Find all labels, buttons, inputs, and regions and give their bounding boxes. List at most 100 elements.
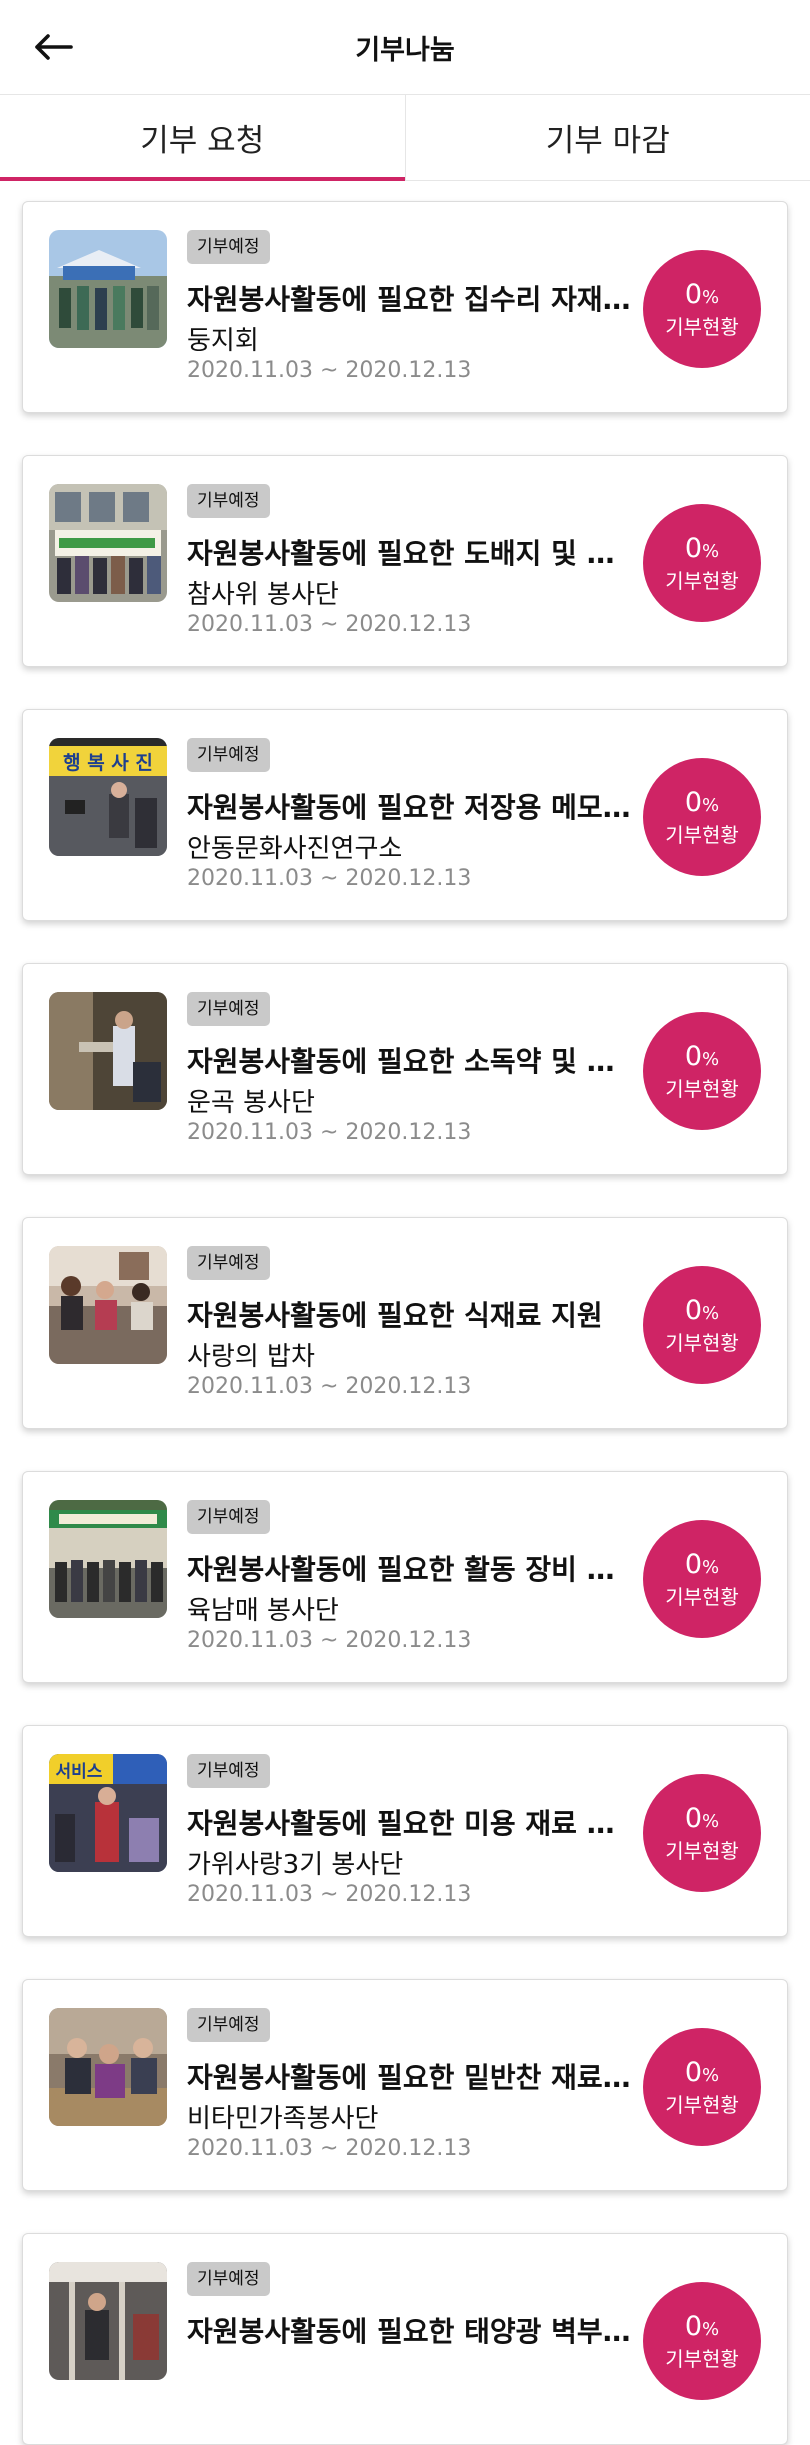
status-label: 기부현황: [665, 2092, 739, 2118]
status-percent-line: 0%: [685, 1041, 719, 1076]
list-item[interactable]: 기부예정 자원봉사활동에 필요한 태양광 벽부... 0% 기부현황: [22, 2233, 788, 2445]
status-percent-unit: %: [702, 541, 719, 562]
status-percent: 0: [685, 279, 702, 310]
status-percent-line: 0%: [685, 1803, 719, 1838]
status-label: 기부현황: [665, 314, 739, 340]
list-item[interactable]: 기부예정 자원봉사활동에 필요한 활동 장비 및 ... 육남매 봉사단 202…: [22, 1471, 788, 1683]
item-organization: 사랑의 밥차: [187, 1336, 633, 1373]
item-title: 자원봉사활동에 필요한 활동 장비 및 ...: [187, 1548, 633, 1588]
list-item[interactable]: 기부예정 자원봉사활동에 필요한 집수리 자재 ... 둥지회 2020.11.…: [22, 201, 788, 413]
item-organization: 참사위 봉사단: [187, 574, 633, 611]
status-percent: 0: [685, 787, 702, 818]
thumbnail-image: [49, 484, 167, 602]
item-title: 자원봉사활동에 필요한 밑반찬 재료 ...: [187, 2056, 633, 2096]
page-title: 기부나눔: [0, 28, 810, 67]
status-label: 기부현황: [665, 1584, 739, 1610]
status-percent-unit: %: [702, 2319, 719, 2340]
thumbnail-image: [49, 992, 167, 1110]
status-label: 기부현황: [665, 568, 739, 594]
thumbnail-image: [49, 2008, 167, 2126]
status-badge: 기부예정: [187, 1500, 270, 1534]
status-label: 기부현황: [665, 1076, 739, 1102]
status-percent: 0: [685, 1041, 702, 1072]
item-organization: 운곡 봉사단: [187, 1082, 633, 1119]
status-label: 기부현황: [665, 1838, 739, 1864]
status-percent-line: 0%: [685, 1549, 719, 1584]
list-item[interactable]: 기부예정 자원봉사활동에 필요한 밑반찬 재료 ... 비타민가족봉사단 202…: [22, 1979, 788, 2191]
donation-status-circle[interactable]: 0% 기부현황: [643, 758, 761, 876]
donation-status-circle[interactable]: 0% 기부현황: [643, 2282, 761, 2400]
status-badge: 기부예정: [187, 1754, 270, 1788]
thumbnail-image: 서비스: [49, 1754, 167, 1872]
thumb-sign-text: 행 복 사 진: [63, 752, 153, 774]
status-label: 기부현황: [665, 2346, 739, 2372]
status-percent-line: 0%: [685, 787, 719, 822]
status-percent-unit: %: [702, 1049, 719, 1070]
status-badge: 기부예정: [187, 992, 270, 1026]
list-item[interactable]: 기부예정 자원봉사활동에 필요한 도배지 및 장... 참사위 봉사단 2020…: [22, 455, 788, 667]
item-title: 자원봉사활동에 필요한 저장용 메모...: [187, 786, 633, 826]
list-item[interactable]: 기부예정 자원봉사활동에 필요한 소독약 및 분... 운곡 봉사단 2020.…: [22, 963, 788, 1175]
status-badge: 기부예정: [187, 738, 270, 772]
status-badge: 기부예정: [187, 2262, 270, 2296]
list-item[interactable]: 서비스 기부예정 자원봉사활동에 필요한 미용 재료 지원 가위사랑3기 봉사단…: [22, 1725, 788, 1937]
status-badge: 기부예정: [187, 484, 270, 518]
item-title: 자원봉사활동에 필요한 집수리 자재 ...: [187, 278, 633, 318]
status-percent-line: 0%: [685, 2057, 719, 2092]
status-percent-unit: %: [702, 1557, 719, 1578]
thumbnail-image: [49, 1500, 167, 1618]
tab-donation-closed[interactable]: 기부 마감: [405, 95, 810, 180]
status-percent-unit: %: [702, 287, 719, 308]
item-title: 자원봉사활동에 필요한 소독약 및 분...: [187, 1040, 633, 1080]
thumbnail-image: [49, 2262, 167, 2380]
status-percent-unit: %: [702, 2065, 719, 2086]
donation-status-circle[interactable]: 0% 기부현황: [643, 2028, 761, 2146]
thumbnail-image: [49, 1246, 167, 1364]
item-organization: 안동문화사진연구소: [187, 828, 633, 865]
list-item[interactable]: 행 복 사 진 기부예정 자원봉사활동에 필요한 저장용 메모... 안동문화사…: [22, 709, 788, 921]
donation-status-circle[interactable]: 0% 기부현황: [643, 1520, 761, 1638]
status-label: 기부현황: [665, 1330, 739, 1356]
thumb-sign-text: 서비스: [56, 1762, 103, 1782]
donation-status-circle[interactable]: 0% 기부현황: [643, 250, 761, 368]
item-title: 자원봉사활동에 필요한 미용 재료 지원: [187, 1802, 633, 1842]
item-date-range: 2020.11.03 ~ 2020.12.13: [187, 1120, 471, 1145]
item-title: 자원봉사활동에 필요한 태양광 벽부...: [187, 2310, 633, 2350]
status-badge: 기부예정: [187, 1246, 270, 1280]
status-badge: 기부예정: [187, 2008, 270, 2042]
donation-status-circle[interactable]: 0% 기부현황: [643, 1012, 761, 1130]
donation-status-circle[interactable]: 0% 기부현황: [643, 1266, 761, 1384]
status-percent-line: 0%: [685, 1295, 719, 1330]
item-date-range: 2020.11.03 ~ 2020.12.13: [187, 2136, 471, 2161]
status-percent-line: 0%: [685, 533, 719, 568]
item-date-range: 2020.11.03 ~ 2020.12.13: [187, 358, 471, 383]
thumbnail-image: [49, 230, 167, 348]
tab-bar: 기부 요청 기부 마감: [0, 94, 810, 181]
donation-status-circle[interactable]: 0% 기부현황: [643, 504, 761, 622]
tab-donation-request[interactable]: 기부 요청: [0, 95, 405, 180]
app-bar: 기부나눔: [0, 0, 810, 94]
thumbnail-image: 행 복 사 진: [49, 738, 167, 856]
status-percent: 0: [685, 1803, 702, 1834]
donation-status-circle[interactable]: 0% 기부현황: [643, 1774, 761, 1892]
status-label: 기부현황: [665, 822, 739, 848]
status-percent: 0: [685, 2311, 702, 2342]
item-date-range: 2020.11.03 ~ 2020.12.13: [187, 1628, 471, 1653]
item-title: 자원봉사활동에 필요한 도배지 및 장...: [187, 532, 633, 572]
status-percent-unit: %: [702, 1303, 719, 1324]
item-organization: 둥지회: [187, 320, 633, 357]
item-title: 자원봉사활동에 필요한 식재료 지원: [187, 1294, 633, 1334]
item-organization: 비타민가족봉사단: [187, 2098, 633, 2135]
status-percent: 0: [685, 1549, 702, 1580]
status-percent: 0: [685, 1295, 702, 1326]
status-percent-unit: %: [702, 1811, 719, 1832]
item-date-range: 2020.11.03 ~ 2020.12.13: [187, 1882, 471, 1907]
status-percent-line: 0%: [685, 2311, 719, 2346]
item-date-range: 2020.11.03 ~ 2020.12.13: [187, 866, 471, 891]
status-percent-unit: %: [702, 795, 719, 816]
status-percent: 0: [685, 533, 702, 564]
list-item[interactable]: 기부예정 자원봉사활동에 필요한 식재료 지원 사랑의 밥차 2020.11.0…: [22, 1217, 788, 1429]
item-date-range: 2020.11.03 ~ 2020.12.13: [187, 1374, 471, 1399]
status-percent-line: 0%: [685, 279, 719, 314]
item-organization: 육남매 봉사단: [187, 1590, 633, 1627]
